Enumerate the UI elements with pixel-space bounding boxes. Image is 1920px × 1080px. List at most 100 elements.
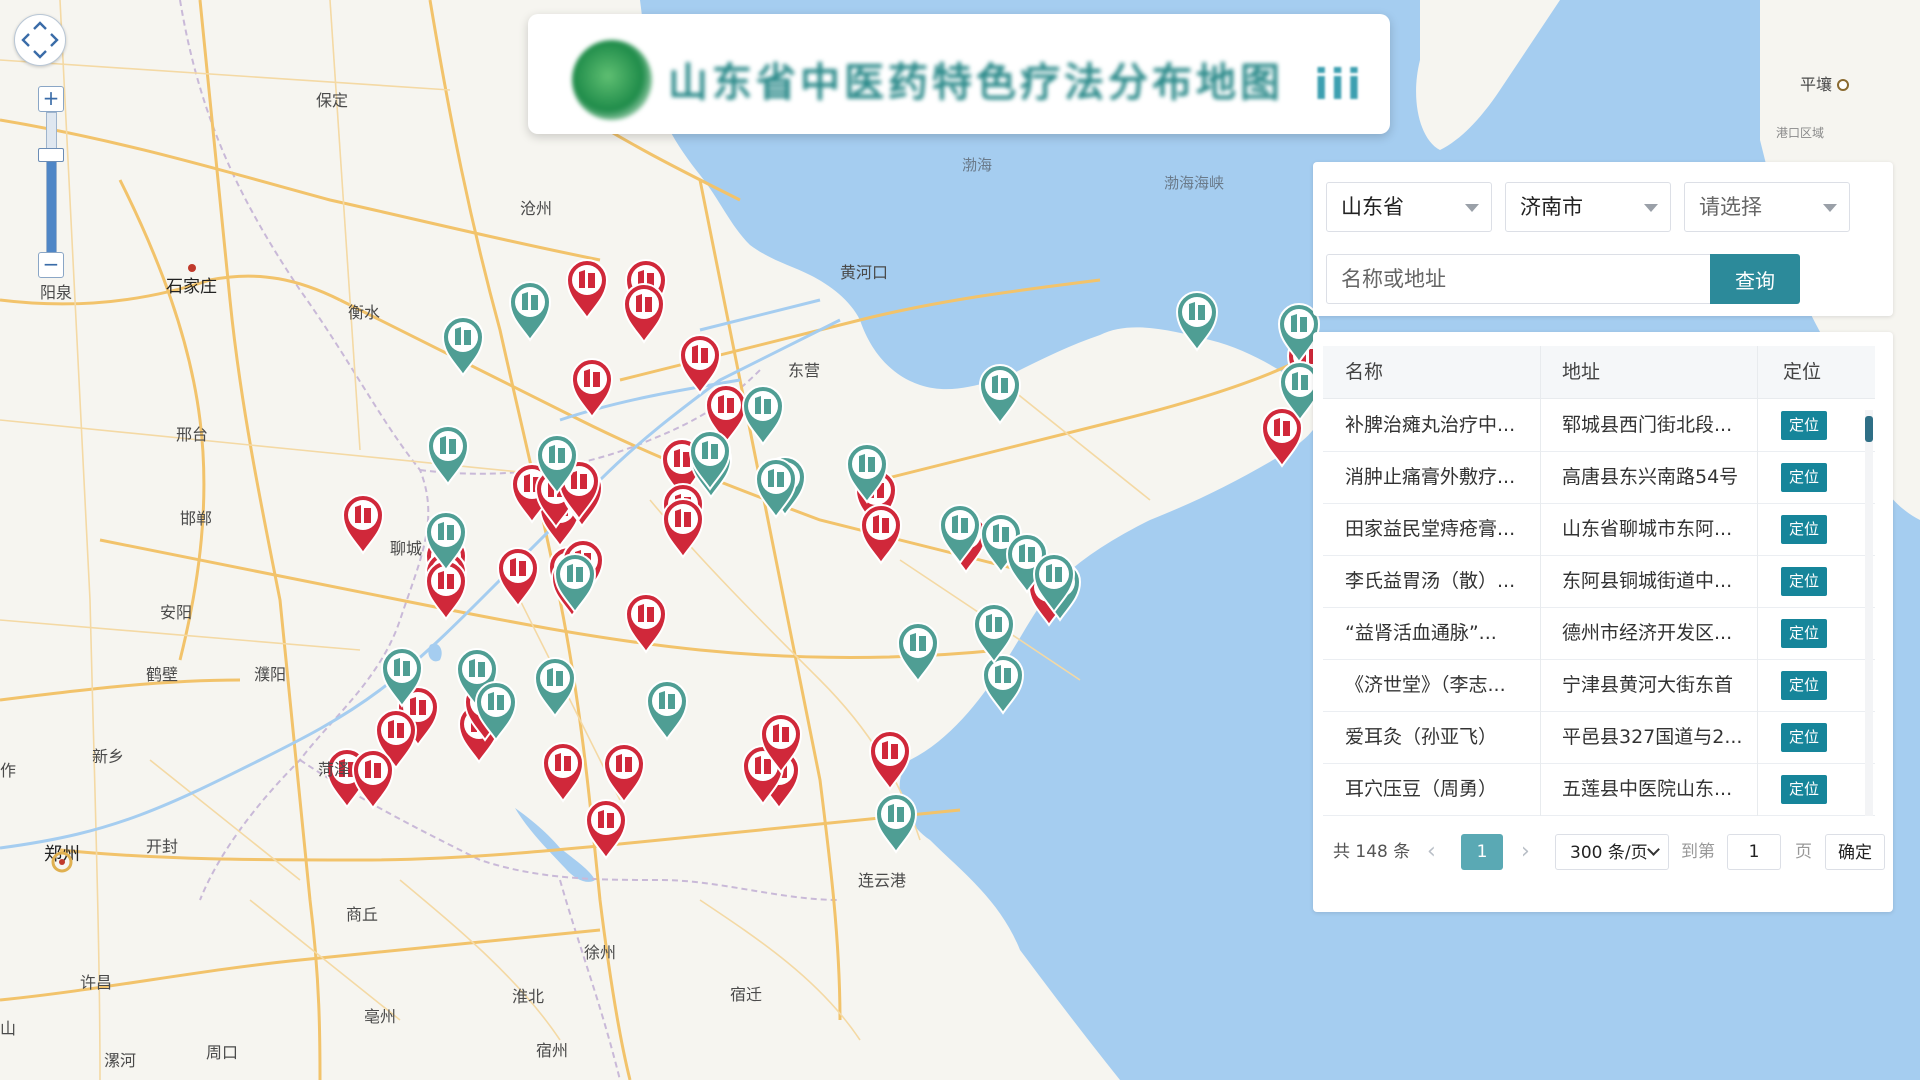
label-huanghekou: 黄河口 <box>840 263 888 282</box>
pan-arrows-icon <box>21 21 59 59</box>
building-icon-bg <box>609 749 639 779</box>
locate-button[interactable]: 定位 <box>1781 671 1827 700</box>
row-name: 《济世堂》（李志... <box>1345 674 1506 696</box>
building-icon-bg <box>695 436 725 466</box>
caret-down-icon <box>1823 204 1837 212</box>
table-row[interactable]: 《济世堂》（李志... 宁津县黄河大街东首 定位 <box>1323 659 1875 712</box>
label-liaocheng: 聊城 <box>390 539 422 558</box>
locate-button[interactable]: 定位 <box>1781 567 1827 596</box>
pan-control[interactable] <box>14 14 66 66</box>
table-row[interactable]: 消肿止痛膏外敷疗... 高唐县东兴南路54号 定位 <box>1323 451 1875 504</box>
building-icon-bg <box>685 340 715 370</box>
row-address: 平邑县327国道与2... <box>1562 726 1743 748</box>
label-shijiazhuang: 石家庄 <box>166 277 217 297</box>
label-xingtai: 邢台 <box>176 425 208 444</box>
label-suzhou: 宿州 <box>536 1041 568 1060</box>
scrollbar-thumb[interactable] <box>1865 416 1873 442</box>
building-icon-bg <box>358 755 388 785</box>
current-page-button[interactable]: 1 <box>1461 834 1503 870</box>
table-row[interactable]: 耳穴压豆（周勇） 五莲县中医院山东... 定位 <box>1323 763 1875 816</box>
label-baoding: 保定 <box>316 91 348 110</box>
chevron-down-icon <box>1647 843 1660 856</box>
caret-down-icon <box>1465 204 1479 212</box>
keyword-input[interactable] <box>1326 254 1716 304</box>
next-page-icon[interactable]: › <box>1521 834 1530 870</box>
row-address: 宁津县黄河大街东首 <box>1562 674 1734 696</box>
row-address: 山东省聊城市东阿... <box>1562 518 1733 540</box>
table-row[interactable]: 李氏益胃汤（散）... 东阿县铜城街道中... 定位 <box>1323 555 1875 608</box>
caret-down-icon <box>1644 204 1658 212</box>
label-puyang: 濮阳 <box>254 665 286 684</box>
scrollbar-track[interactable] <box>1865 410 1873 816</box>
page-size-select[interactable]: 300 条/页 <box>1555 834 1669 870</box>
column-divider <box>1757 346 1758 816</box>
row-name: 消肿止痛膏外敷疗... <box>1345 466 1516 488</box>
capital-dot <box>188 264 196 272</box>
label-shangqiu: 商丘 <box>346 905 378 924</box>
goto-confirm-button[interactable]: 确定 <box>1825 834 1885 870</box>
province-select-value: 山东省 <box>1341 195 1404 219</box>
district-select-placeholder: 请选择 <box>1699 195 1762 219</box>
building-icon-bg <box>668 504 698 534</box>
label-cangzhou: 沧州 <box>520 199 552 218</box>
label-xuchang: 许昌 <box>80 973 112 992</box>
building-icon-bg <box>348 500 378 530</box>
label-dongying: 东营 <box>788 361 820 380</box>
locate-button[interactable]: 定位 <box>1781 723 1827 752</box>
table-row[interactable]: 田家益民堂痔疮膏... 山东省聊城市东阿... 定位 <box>1323 503 1875 556</box>
locate-button[interactable]: 定位 <box>1781 463 1827 492</box>
zoom-slider-handle[interactable] <box>38 148 64 162</box>
column-divider <box>1540 346 1541 816</box>
building-icon-bg <box>1284 309 1314 339</box>
row-address: 德州市经济开发区... <box>1562 622 1733 644</box>
row-name: 爱耳灸（孙亚飞） <box>1345 726 1498 748</box>
locate-button[interactable]: 定位 <box>1781 411 1827 440</box>
locate-button[interactable]: 定位 <box>1781 775 1827 804</box>
label-zhoukou: 周口 <box>206 1043 238 1062</box>
goto-prefix: 到第 <box>1681 842 1715 862</box>
building-icon-bg <box>945 510 975 540</box>
table-row[interactable]: 爱耳灸（孙亚飞） 平邑县327国道与2... 定位 <box>1323 711 1875 764</box>
row-address: 东阿县铜城街道中... <box>1562 570 1733 592</box>
table-row[interactable]: “益肾活血通脉”... 德州市经济开发区... 定位 <box>1323 607 1875 660</box>
building-icon-bg <box>629 289 659 319</box>
decoration-icon: iii <box>1314 60 1364 109</box>
building-icon-bg <box>540 663 570 693</box>
building-icon-bg <box>988 660 1018 690</box>
header-locate: 定位 <box>1783 361 1822 383</box>
city-select[interactable]: 济南市 <box>1505 182 1671 232</box>
label-pingrang: 平壤 <box>1800 75 1832 94</box>
building-icon-bg <box>631 599 661 629</box>
label-shan: 山 <box>0 1019 16 1038</box>
label-gangdong: 港口区域 <box>1776 126 1824 140</box>
label-xinxiang: 新乡 <box>92 747 124 766</box>
district-select[interactable]: 请选择 <box>1684 182 1850 232</box>
logo-icon <box>572 40 652 120</box>
header-address: 地址 <box>1562 361 1601 383</box>
building-icon-bg <box>462 654 492 684</box>
building-icon-bg <box>761 464 791 494</box>
table-row[interactable]: 补脾治瘫丸治疗中... 郓城县西门街北段... 定位 <box>1323 399 1875 452</box>
goto-page-input[interactable] <box>1727 834 1781 870</box>
locate-button[interactable]: 定位 <box>1781 619 1827 648</box>
row-name: 补脾治瘫丸治疗中... <box>1345 414 1516 436</box>
goto-suffix: 页 <box>1795 842 1812 862</box>
province-select[interactable]: 山东省 <box>1326 182 1492 232</box>
map-navigation-control: + − <box>14 14 70 278</box>
zoom-in-button[interactable]: + <box>38 86 64 112</box>
label-kaifeng: 开封 <box>146 837 178 856</box>
header-name: 名称 <box>1345 361 1384 383</box>
query-button[interactable]: 查询 <box>1710 254 1800 304</box>
zoom-out-button[interactable]: − <box>38 252 64 278</box>
building-icon-bg <box>979 609 1009 639</box>
building-icon-bg <box>766 719 796 749</box>
prev-page-icon[interactable]: ‹ <box>1427 834 1436 870</box>
zoom-slider[interactable]: + − <box>38 86 64 278</box>
row-name: 李氏益胃汤（散）... <box>1345 570 1516 592</box>
city-select-value: 济南市 <box>1520 195 1583 219</box>
locate-button[interactable]: 定位 <box>1781 515 1827 544</box>
label-hebi: 鹤壁 <box>146 665 178 684</box>
capital-dot-2 <box>59 859 65 865</box>
building-icon-bg <box>985 370 1015 400</box>
label-xuzhou: 徐州 <box>584 943 616 962</box>
